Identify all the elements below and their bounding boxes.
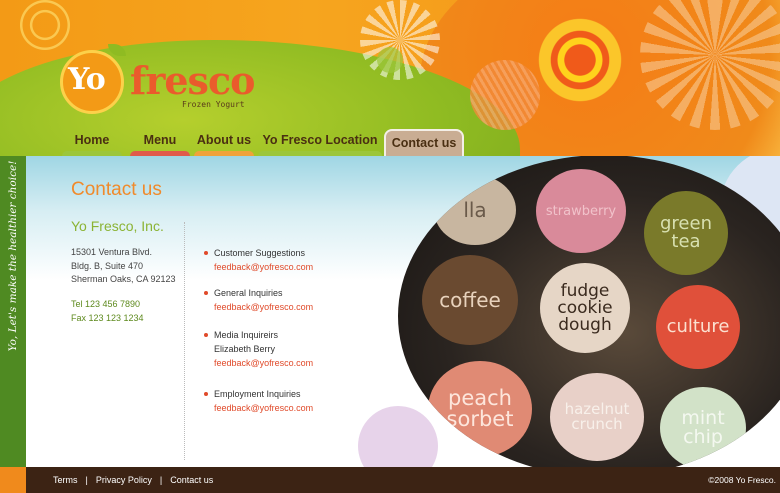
flavor-tag: green tea [644, 191, 728, 275]
flavor-photo: lla strawberry green tea coffee fudge cook… [398, 156, 780, 467]
side-slogan: Yo, Let's make the healthier choice! [7, 160, 19, 352]
footer-accent [0, 467, 26, 493]
flavor-tag-line: fudge [560, 280, 610, 301]
footer-link-terms[interactable]: Terms [53, 475, 78, 485]
nav-label: Home [74, 133, 110, 147]
footer-link-contact[interactable]: Contact us [170, 475, 213, 485]
address-line: Bldg. B, Suite 470 [71, 260, 144, 271]
main-nav: Home Menu About us Yo Fresco Location Co… [60, 128, 464, 156]
flavor-tag-line: cookie [557, 297, 613, 318]
inquiry-label: Customer Suggestions [214, 248, 306, 258]
nav-home[interactable]: Home [60, 128, 124, 156]
address-line: Sherman Oaks, CA 92123 [71, 274, 176, 284]
inquiry-label: General Inquiries [214, 288, 283, 298]
company-name: Yo Fresco, Inc. [71, 218, 164, 234]
inquiry-label: Media Inquireirs [214, 330, 279, 340]
flavor-tag: hazelnut crunch [550, 373, 644, 461]
flavor-tag: fudge cookie dough [540, 263, 630, 353]
inquiry-email-link[interactable]: feedback@yofresco.com [214, 260, 313, 274]
flavor-tag-line: crunch [571, 415, 623, 433]
nav-label: Contact us [391, 136, 457, 150]
nav-menu[interactable]: Menu [128, 128, 192, 156]
flavor-tag-line: dough [558, 314, 612, 335]
logo-subtitle: Frozen Yogurt [182, 100, 245, 109]
flavor-tag: mint chip [660, 387, 746, 467]
phone-block: Tel 123 456 7890 Fax 123 123 1234 [71, 298, 144, 325]
flavor-tag-line: tea [671, 231, 701, 252]
dotted-divider [184, 222, 185, 460]
flavor-tag: peach sorbet [428, 361, 532, 457]
logo-fresco: fresco [130, 58, 255, 103]
site-logo[interactable]: Yo fresco Frozen Yogurt [60, 44, 260, 120]
flavor-tag-line: sorbet [446, 407, 514, 431]
inquiry-item: Media Inquireirs Elizabeth Berry feedbac… [204, 328, 313, 370]
bullet-icon [204, 333, 208, 337]
site-header: Yo fresco Frozen Yogurt Home Menu About … [0, 0, 780, 156]
nav-contact-us[interactable]: Contact us [384, 129, 464, 156]
site-footer: Terms | Privacy Policy | Contact us ©200… [0, 467, 780, 493]
address-line: 15301 Ventura Blvd. [71, 247, 153, 257]
copyright: ©2008 Yo Fresco. [708, 475, 776, 485]
flavor-tag: culture [656, 285, 740, 369]
decorative-circle [358, 406, 438, 467]
inquiry-contact-name: Elizabeth Berry [214, 344, 276, 354]
decorative-flower [360, 30, 420, 90]
bullet-icon [204, 392, 208, 396]
inquiry-label: Employment Inquiries [214, 389, 301, 399]
fax-number: Fax 123 123 1234 [71, 312, 144, 323]
flavor-tag: coffee [422, 255, 518, 345]
flavor-tag-line: peach [448, 386, 512, 410]
inquiry-item: Customer Suggestions feedback@yofresco.c… [204, 246, 313, 274]
nav-label: Yo Fresco Location [262, 133, 378, 147]
side-slogan-bar: Yo, Let's make the healthier choice! [0, 156, 26, 467]
nav-location[interactable]: Yo Fresco Location [256, 128, 384, 156]
nav-about-us[interactable]: About us [192, 128, 256, 156]
inquiry-email-link[interactable]: feedback@yofresco.com [214, 356, 313, 370]
footer-separator: | [85, 475, 88, 485]
footer-separator: | [159, 475, 163, 485]
flavor-tag: lla [434, 175, 516, 245]
decorative-flower [520, 0, 640, 120]
content-area: Yo, Let's make the healthier choice! Con… [0, 156, 780, 467]
flavor-tag-line: chip [683, 426, 723, 448]
flavor-tag: strawberry [536, 169, 626, 253]
phone-number: Tel 123 456 7890 [71, 299, 141, 309]
nav-label: Menu [143, 133, 177, 147]
inquiry-item: General Inquiries feedback@yofresco.com [204, 286, 313, 314]
inquiry-email-link[interactable]: feedback@yofresco.com [214, 300, 313, 314]
footer-link-privacy[interactable]: Privacy Policy [96, 475, 152, 485]
inquiry-item: Employment Inquiries feedback@yofresco.c… [204, 387, 313, 415]
bullet-icon [204, 291, 208, 295]
footer-links: Terms | Privacy Policy | Contact us [53, 475, 213, 485]
page-title: Contact us [71, 179, 162, 200]
nav-label: About us [196, 133, 252, 147]
address-block: 15301 Ventura Blvd. Bldg. B, Suite 470 S… [71, 246, 176, 287]
bullet-icon [204, 251, 208, 255]
logo-yo: Yo [68, 62, 106, 97]
inquiry-email-link[interactable]: feedback@yofresco.com [214, 401, 313, 415]
